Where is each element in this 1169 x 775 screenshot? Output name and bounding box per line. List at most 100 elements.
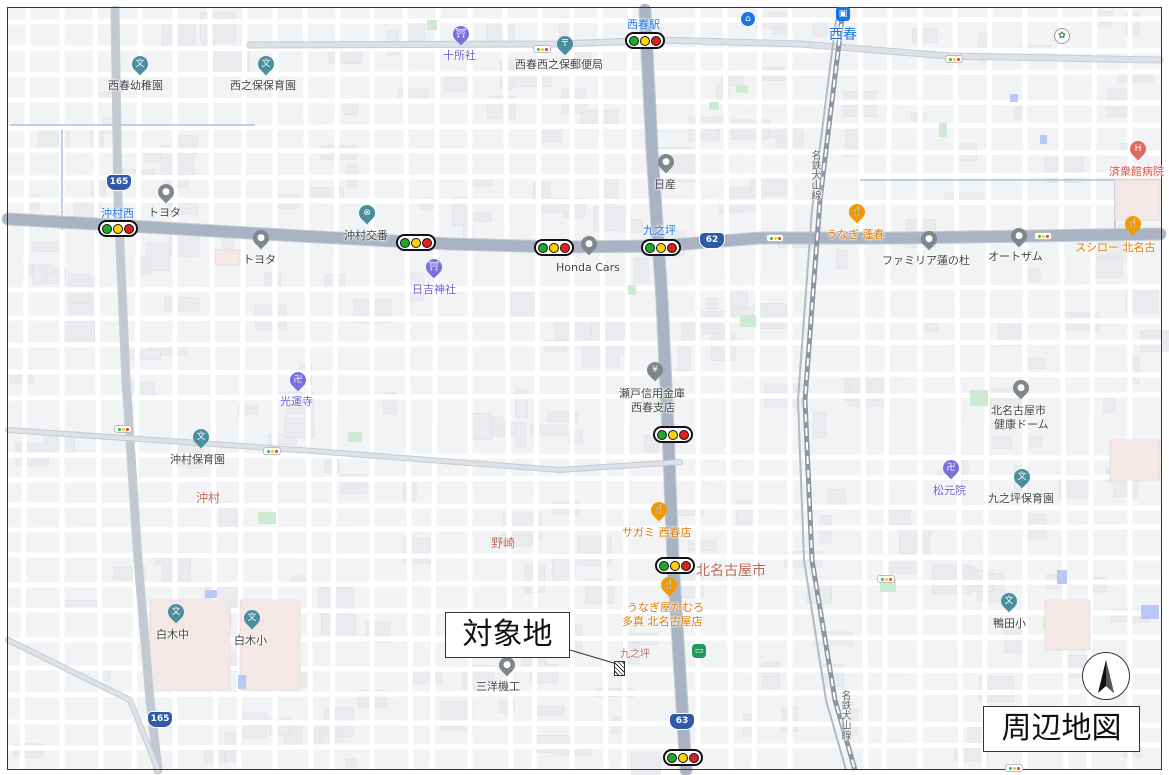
minor-street <box>7 16 1163 25</box>
temple-icon[interactable]: 卍 <box>939 456 963 480</box>
building-footprint <box>705 297 719 310</box>
parking-area <box>1040 135 1047 144</box>
shrine-icon[interactable]: ⛩ <box>422 255 446 279</box>
restaurant-icon[interactable]: 🍴 <box>657 573 681 597</box>
place-label: 三洋機工 <box>476 680 520 693</box>
building-footprint <box>688 540 717 551</box>
intersection-label: 西春駅 <box>627 18 660 31</box>
intersection-label: 沖村西 <box>101 207 134 220</box>
minor-street <box>7 97 1163 106</box>
business-icon[interactable]: ● <box>249 226 273 250</box>
park-icon[interactable]: ✿ <box>1054 28 1070 44</box>
business-icon[interactable]: ● <box>1009 376 1033 400</box>
building-footprint <box>32 264 47 285</box>
traffic-signal-icon <box>625 32 665 49</box>
building-footprint <box>1044 157 1084 183</box>
minor-street <box>7 579 1163 588</box>
place-label: サガミ 西春店 <box>622 526 692 539</box>
target-site-callout: 対象地 <box>445 612 570 658</box>
bank-icon[interactable]: ¥ <box>643 358 667 382</box>
park-area <box>348 432 362 442</box>
school-icon[interactable]: 文 <box>128 52 152 76</box>
traffic-signal-small-icon <box>766 234 784 242</box>
traffic-signal-small-icon <box>263 447 281 455</box>
place-label: Honda Cars <box>556 261 620 274</box>
railway-label: 名鉄犬山線 <box>809 150 820 200</box>
traffic-signal-icon <box>663 749 703 766</box>
area-label-okimura: 沖村 <box>196 491 221 505</box>
building-footprint <box>836 249 848 270</box>
school-icon[interactable]: 文 <box>240 606 264 630</box>
minor-street <box>7 45 1163 54</box>
post-office-icon[interactable]: 〒 <box>553 32 577 56</box>
place-label-line2: 健康ドーム <box>994 418 1049 431</box>
museum-icon[interactable]: ⌂ <box>741 12 755 26</box>
minor-street <box>7 552 1163 561</box>
building-footprint <box>1103 395 1116 413</box>
minor-street <box>7 147 1163 156</box>
park-area <box>740 315 756 327</box>
traffic-signal-icon <box>396 234 436 251</box>
building-footprint <box>64 318 96 342</box>
traffic-signal-small-icon <box>114 425 132 433</box>
police-box-icon[interactable]: ⊗ <box>355 201 379 225</box>
building-footprint <box>932 564 971 594</box>
building-footprint <box>812 411 827 438</box>
building-footprint <box>345 758 357 768</box>
train-station-icon[interactable]: ▣ <box>836 7 850 21</box>
place-label: 西之保保育園 <box>230 79 296 92</box>
building-footprint <box>515 389 528 418</box>
school-icon[interactable]: 文 <box>189 425 213 449</box>
restaurant-icon[interactable]: 🍴 <box>1121 212 1145 236</box>
park-area <box>258 512 276 524</box>
park-area <box>970 390 988 406</box>
school-icon[interactable]: 文 <box>254 52 278 76</box>
business-icon[interactable]: ● <box>654 150 678 174</box>
business-icon[interactable]: ● <box>577 232 601 256</box>
business-icon[interactable]: ● <box>1007 224 1031 248</box>
building-footprint <box>321 613 356 635</box>
building-footprint <box>9 375 35 384</box>
hospital-icon[interactable]: H <box>1126 137 1150 161</box>
minor-street <box>7 474 1163 483</box>
place-label: 北名古屋市 <box>991 404 1046 417</box>
building-footprint <box>992 436 1013 449</box>
school-icon[interactable]: 文 <box>164 600 188 624</box>
place-label: 済衆館病院 <box>1109 165 1164 178</box>
shrine-icon[interactable]: ⛩ <box>449 22 473 46</box>
map-canvas[interactable]: 沖村 野崎 北名古屋市 九之坪 西春 ▣ 文 西春幼稚園 文 西之保保育園 ⛩ … <box>0 0 1169 775</box>
minor-street <box>7 172 1163 181</box>
target-site-marker[interactable] <box>614 661 625 676</box>
building-footprint <box>343 102 358 115</box>
building-footprint <box>164 297 200 312</box>
building-footprint <box>127 349 161 360</box>
parking-area <box>205 590 217 598</box>
temple-icon[interactable]: 卍 <box>286 368 310 392</box>
place-label: 日吉神社 <box>412 283 456 296</box>
minor-street <box>7 315 1163 324</box>
building-footprint <box>514 421 526 448</box>
area-label-nozaki: 野崎 <box>491 536 516 550</box>
school-icon[interactable]: 文 <box>1010 465 1034 489</box>
place-label: 白木中 <box>156 628 189 641</box>
building-footprint <box>533 705 565 717</box>
convenience-store-icon[interactable]: ▭ <box>692 644 706 658</box>
building-footprint <box>812 20 828 37</box>
place-label: オートザム <box>988 250 1043 263</box>
business-icon[interactable]: ● <box>154 180 178 204</box>
building-footprint <box>239 712 268 738</box>
place-label: 沖村保育園 <box>170 453 225 466</box>
traffic-signal-icon <box>655 557 695 574</box>
place-label: 松元院 <box>933 484 966 497</box>
route-shield-63: 63 <box>669 713 695 730</box>
restaurant-icon[interactable]: 🍴 <box>845 200 869 224</box>
minor-street <box>7 524 1163 533</box>
building-footprint <box>899 529 916 555</box>
park-area <box>736 85 748 93</box>
building-footprint <box>31 242 61 252</box>
park-area <box>628 285 636 295</box>
building-footprint <box>443 77 470 92</box>
school-icon[interactable]: 文 <box>997 589 1021 613</box>
restaurant-icon[interactable]: 🍴 <box>647 498 671 522</box>
business-icon[interactable]: ● <box>917 227 941 251</box>
